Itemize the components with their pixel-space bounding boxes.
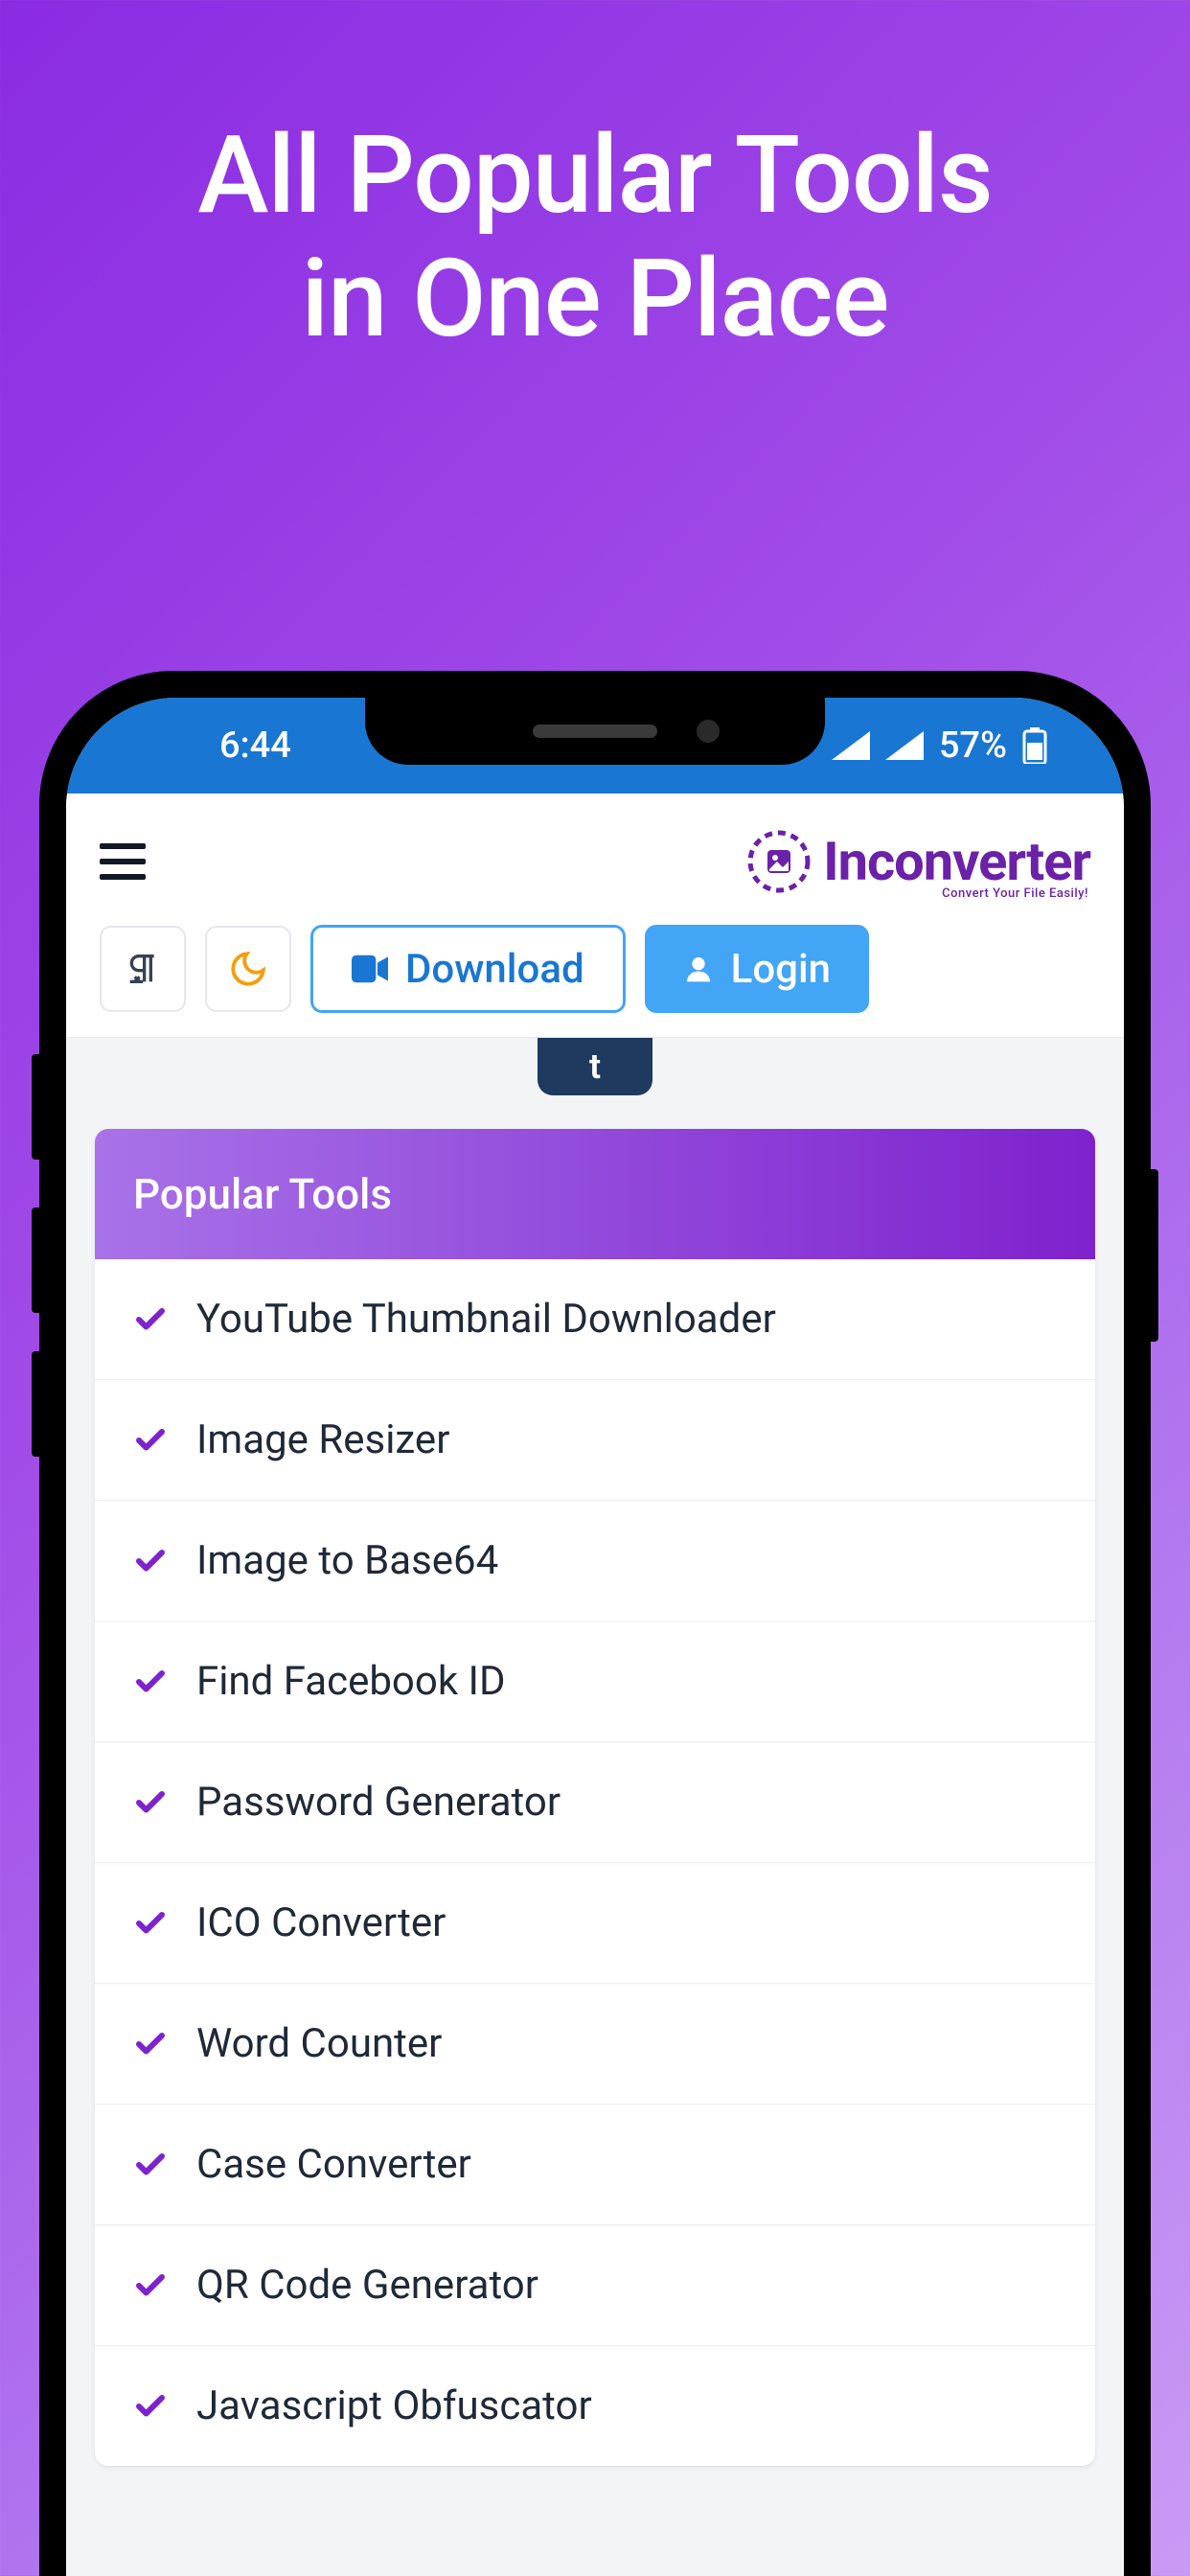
status-battery-text: 57% — [939, 724, 1007, 767]
tool-item[interactable]: Word Counter — [95, 1983, 1095, 2104]
check-icon — [133, 1423, 168, 1458]
phone-frame: 6:44 57% — [39, 671, 1151, 2576]
tool-label: YouTube Thumbnail Downloader — [196, 1296, 776, 1343]
check-icon — [133, 2148, 168, 2182]
card-header: Popular Tools — [95, 1129, 1095, 1259]
signal-icon-2 — [885, 731, 924, 760]
tool-item[interactable]: ICO Converter — [95, 1862, 1095, 1983]
dark-mode-button[interactable] — [205, 926, 291, 1012]
check-icon — [133, 1665, 168, 1699]
tool-label: Javascript Obfuscator — [196, 2382, 592, 2429]
download-button[interactable]: Download — [310, 925, 626, 1013]
phone-screen: 6:44 57% — [66, 698, 1124, 2576]
check-icon — [133, 2389, 168, 2424]
tool-label: Image Resizer — [196, 1416, 449, 1463]
app-header: Inconverter Convert Your File Easily! — [66, 794, 1124, 1038]
download-label: Download — [405, 946, 584, 993]
paragraph-icon — [124, 950, 162, 988]
tool-item[interactable]: Password Generator — [95, 1741, 1095, 1862]
partial-card-badge: t — [538, 1038, 652, 1095]
check-icon — [133, 2027, 168, 2061]
tool-item[interactable]: Find Facebook ID — [95, 1621, 1095, 1741]
tool-label: ICO Converter — [196, 1899, 446, 1946]
login-button[interactable]: Login — [645, 925, 869, 1013]
content-area: t Popular Tools YouTube Thumbnail Downlo… — [66, 1038, 1124, 2466]
tool-label: Word Counter — [196, 2020, 442, 2067]
menu-button[interactable] — [100, 843, 146, 880]
tool-label: Case Converter — [196, 2141, 471, 2188]
check-icon — [133, 1302, 168, 1337]
tool-item[interactable]: QR Code Generator — [95, 2224, 1095, 2345]
video-icon — [352, 954, 388, 983]
signal-icon — [832, 731, 870, 760]
tool-item[interactable]: Case Converter — [95, 2104, 1095, 2224]
moon-icon — [228, 949, 268, 989]
login-label: Login — [731, 946, 831, 993]
logo-text: Inconverter Convert Your File Easily! — [823, 830, 1090, 893]
tool-label: Image to Base64 — [196, 1537, 498, 1584]
tool-label: QR Code Generator — [196, 2262, 538, 2309]
tool-label: Password Generator — [196, 1779, 561, 1826]
promo-title: All Popular Tools in One Place — [0, 0, 1190, 362]
tool-item[interactable]: Image to Base64 — [95, 1500, 1095, 1621]
promo-line2: in One Place — [302, 237, 889, 362]
phone-notch — [365, 698, 825, 765]
user-icon — [683, 952, 714, 986]
logo-icon — [744, 827, 813, 896]
card-title: Popular Tools — [133, 1169, 392, 1219]
status-time: 6:44 — [219, 724, 291, 767]
check-icon — [133, 2268, 168, 2303]
status-right: 57% — [832, 724, 1047, 767]
check-icon — [133, 1544, 168, 1578]
text-direction-button[interactable] — [100, 926, 186, 1012]
popular-tools-card: Popular Tools YouTube Thumbnail Download… — [95, 1129, 1095, 2466]
tool-item[interactable]: YouTube Thumbnail Downloader — [95, 1259, 1095, 1379]
tool-item[interactable]: Javascript Obfuscator — [95, 2345, 1095, 2466]
tool-item[interactable]: Image Resizer — [95, 1379, 1095, 1500]
check-icon — [133, 1785, 168, 1820]
battery-icon — [1022, 727, 1047, 764]
promo-line1: All Popular Tools — [197, 113, 992, 239]
check-icon — [133, 1906, 168, 1941]
logo-tagline: Convert Your File Easily! — [942, 886, 1088, 901]
app-logo[interactable]: Inconverter Convert Your File Easily! — [744, 827, 1090, 896]
tools-list: YouTube Thumbnail Downloader Image Resize… — [95, 1259, 1095, 2466]
tool-label: Find Facebook ID — [196, 1658, 506, 1705]
